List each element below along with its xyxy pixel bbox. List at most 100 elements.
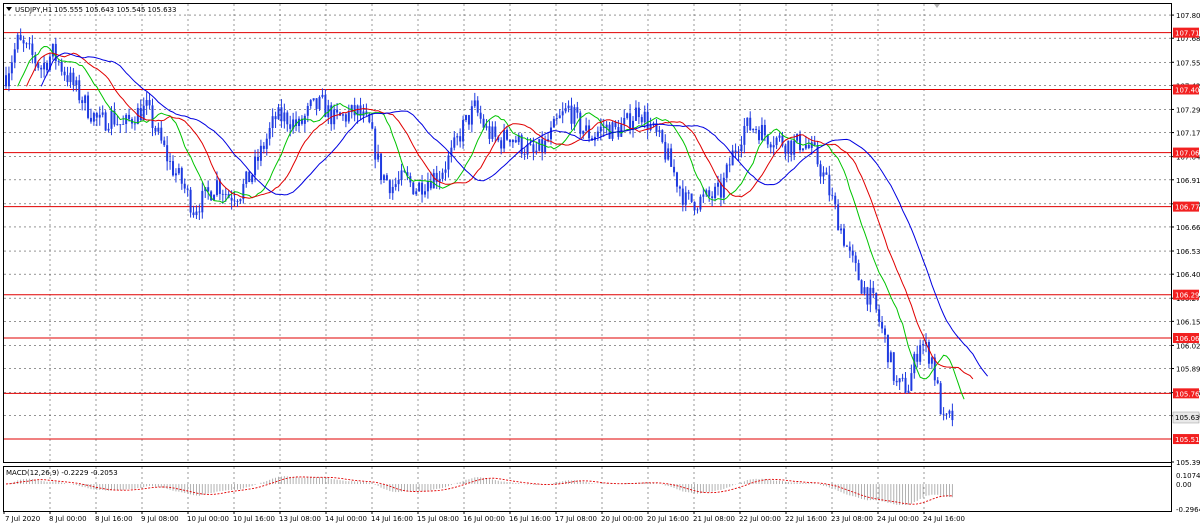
candle-body	[884, 328, 886, 335]
price-tick-label: 107.295	[1176, 106, 1200, 114]
candle-body	[904, 377, 907, 393]
candle-body	[834, 195, 837, 205]
candle-body	[254, 156, 257, 176]
time-tick-label: 16 Jul 00:00	[463, 515, 505, 523]
candle-body	[555, 118, 558, 119]
candle-body	[845, 245, 848, 247]
candle-body	[725, 164, 728, 178]
candle-body	[303, 115, 306, 124]
candle-body	[658, 130, 661, 132]
candle-body	[145, 100, 148, 106]
time-axis: 7 Jul 2020 8 Jul 00:00 8 Jul 16:00 9 Jul 08…	[3, 511, 965, 523]
candle-body	[511, 139, 514, 143]
candle-body	[866, 287, 869, 305]
candle-body	[552, 118, 555, 128]
candle-body	[230, 197, 233, 201]
candle-body	[670, 148, 673, 167]
candle-body	[831, 195, 834, 197]
candle-body	[582, 130, 585, 134]
candle-body	[183, 183, 186, 189]
price-chart[interactable]: 107.805107.680107.550107.425107.295107.1…	[0, 0, 1200, 527]
candle-body	[755, 128, 758, 130]
candle-body	[236, 201, 239, 202]
candle-body	[737, 151, 740, 153]
candle-body	[415, 191, 418, 195]
candle-body	[122, 123, 125, 125]
candle-body	[538, 139, 541, 151]
price-tick-label: 106.530	[1176, 248, 1200, 256]
candle-body	[769, 144, 772, 148]
time-tick-label: 15 Jul 08:00	[417, 515, 459, 523]
price-tick-label: 107.550	[1176, 59, 1200, 67]
candle-body	[10, 62, 13, 74]
candle-body	[453, 137, 456, 148]
candle-body	[412, 182, 415, 195]
candle-body	[341, 114, 344, 116]
time-tick-label: 16 Jul 16:00	[509, 515, 551, 523]
time-tick-label: 20 Jul 00:00	[601, 515, 643, 523]
candle-body	[922, 344, 925, 346]
candle-body	[643, 111, 646, 123]
candle-body	[529, 144, 532, 146]
candle-body	[708, 190, 711, 197]
candle-body	[488, 126, 491, 139]
candle-body	[262, 145, 265, 149]
candle-body	[69, 72, 72, 83]
candle-body	[901, 377, 904, 379]
candle-body	[163, 140, 166, 146]
candle-body	[485, 126, 488, 128]
candle-body	[503, 129, 506, 149]
candle-body	[746, 117, 749, 126]
candle-body	[886, 334, 889, 363]
candle-body	[371, 122, 374, 129]
candle-body	[28, 43, 31, 45]
candle-body	[107, 128, 110, 131]
candle-body	[895, 380, 898, 383]
symbol-header[interactable]: USDJPY,H1 105.555 105.643 105.545 105.63…	[6, 6, 176, 14]
price-tick-label: 106.150	[1176, 318, 1200, 326]
price-tick-label: 106.405	[1176, 271, 1200, 279]
candle-body	[740, 144, 743, 152]
time-tick-label: 8 Jul 00:00	[49, 515, 87, 523]
time-tick-label: 24 Jul 00:00	[877, 515, 919, 523]
candle-body	[46, 62, 49, 71]
candle-body	[426, 181, 429, 192]
candle-body	[277, 107, 280, 120]
candle-body	[778, 135, 781, 138]
candle-body	[813, 142, 816, 146]
level-label: 105.761	[1175, 390, 1200, 398]
candle-body	[248, 171, 251, 183]
candle-body	[57, 61, 60, 62]
candle-body	[87, 95, 90, 118]
candle-body	[172, 161, 175, 176]
time-tick-label: 9 Jul 08:00	[141, 515, 179, 523]
candle-body	[596, 131, 599, 137]
candle-body	[696, 209, 699, 211]
candle-body	[599, 126, 602, 132]
candle-body	[699, 196, 702, 210]
candle-body	[51, 43, 54, 57]
candle-body	[385, 175, 388, 181]
candle-body	[333, 109, 336, 125]
candle-body	[784, 145, 787, 154]
level-label: 107.710	[1175, 30, 1200, 38]
candle-body	[714, 186, 717, 199]
level-label: 106.060	[1175, 335, 1200, 343]
candle-body	[31, 43, 34, 55]
candle-body	[192, 212, 195, 216]
candle-body	[75, 80, 78, 86]
candle-body	[394, 184, 397, 187]
candle-body	[872, 287, 875, 293]
candle-body	[611, 122, 614, 139]
candle-body	[397, 180, 400, 185]
candle-body	[195, 211, 198, 216]
candle-body	[711, 196, 714, 199]
candle-body	[532, 144, 535, 153]
candle-body	[558, 115, 561, 119]
candle-body	[500, 140, 503, 149]
candle-body	[432, 172, 435, 189]
candle-body	[840, 228, 843, 231]
candle-body	[321, 94, 324, 97]
candle-body	[444, 169, 447, 173]
candle-body	[462, 120, 465, 142]
